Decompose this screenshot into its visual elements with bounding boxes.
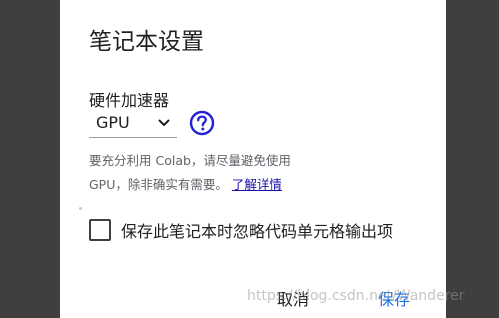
hardware-accelerator-label: 硬件加速器 bbox=[89, 91, 170, 110]
backdrop-left bbox=[0, 0, 60, 318]
notebook-settings-dialog: 笔记本设置 硬件加速器 GPU 要充分利用 Colab，请尽量避免使用 GPU，… bbox=[60, 0, 446, 318]
question-circle-icon[interactable] bbox=[189, 110, 215, 136]
dialog-title: 笔记本设置 bbox=[89, 29, 204, 55]
note-line-2-text: GPU，除非确实有需要。 bbox=[89, 177, 228, 192]
chevron-down-icon bbox=[158, 119, 170, 126]
gpu-usage-note: 要充分利用 Colab，请尽量避免使用 GPU，除非确实有需要。 了解详情 bbox=[89, 149, 419, 197]
hardware-accelerator-value: GPU bbox=[96, 113, 130, 132]
note-line-1: 要充分利用 Colab，请尽量避免使用 bbox=[89, 153, 291, 168]
hardware-accelerator-select[interactable]: GPU bbox=[89, 111, 177, 138]
divider-dot bbox=[79, 207, 82, 210]
backdrop-right bbox=[446, 0, 499, 318]
learn-more-link[interactable]: 了解详情 bbox=[232, 177, 282, 192]
cancel-button[interactable]: 取消 bbox=[277, 286, 309, 310]
omit-output-checkbox-label[interactable]: 保存此笔记本时忽略代码单元格输出项 bbox=[121, 218, 393, 242]
note-line-2: GPU，除非确实有需要。 了解详情 bbox=[89, 173, 419, 197]
save-button[interactable]: 保存 bbox=[378, 286, 410, 310]
omit-output-checkbox[interactable] bbox=[89, 219, 111, 241]
